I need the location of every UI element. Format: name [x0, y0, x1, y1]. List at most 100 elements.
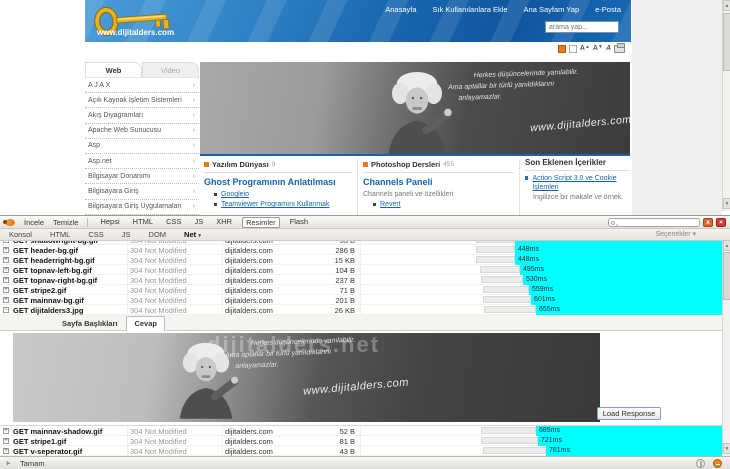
net-request-row[interactable]: + GET topnav-right-bg.gif 304 Not Modifi… — [0, 275, 730, 285]
sidebar-item[interactable]: A J A X › — [85, 78, 199, 93]
options-menu[interactable]: Seçenekler ▾ — [656, 229, 697, 241]
sidebar-item[interactable]: Akış Diyagramları › — [85, 108, 199, 123]
expand-toggle-icon[interactable]: + — [3, 297, 9, 303]
net-request-row[interactable]: + GET headerright-bg.gif 304 Not Modifie… — [0, 255, 730, 265]
timeline-receive-bar: 559ms — [529, 285, 722, 295]
firebug-statusbar-icon[interactable] — [696, 459, 705, 468]
inspect-button[interactable]: İncele — [24, 218, 44, 227]
request-timeline: 761ms — [368, 446, 722, 456]
expand-toggle-icon[interactable]: + — [3, 267, 9, 273]
clear-button[interactable]: Temizle — [53, 218, 78, 227]
net-request-row[interactable]: + GET topnav-left-bg.gif 304 Not Modifie… — [0, 265, 730, 275]
timeline-receive-bar: 448ms — [515, 255, 722, 265]
font-decrease-icon[interactable]: A▼ — [593, 45, 603, 53]
net-filter-button[interactable]: CSS — [163, 217, 184, 228]
panel-tab[interactable]: CSS — [79, 229, 112, 240]
net-filter-button[interactable]: JS — [191, 217, 206, 228]
expand-toggle-icon[interactable]: + — [3, 287, 9, 293]
scroll-down-button[interactable]: ▼ — [723, 443, 730, 454]
expand-toggle-icon[interactable]: + — [3, 448, 9, 454]
sidebar-item[interactable]: Asp.net › — [85, 154, 199, 169]
request-timeline: 448ms — [368, 245, 722, 255]
tab-response[interactable]: Cevap — [126, 316, 165, 331]
net-request-row[interactable]: + GET stripe1.gif 304 Not Modified dijit… — [0, 436, 730, 446]
expand-toggle-icon[interactable]: + — [3, 241, 9, 243]
panel-tab[interactable]: Konsol — [0, 229, 41, 240]
timeline-wait-bar — [481, 276, 523, 283]
article-title-2[interactable]: Channels Paneli — [363, 177, 513, 187]
article-link[interactable]: Revert — [380, 201, 401, 208]
sidebar-item[interactable]: Bilgisayar Donanımı › — [85, 169, 199, 184]
chevron-down-icon: ▾ — [692, 231, 696, 238]
error-count-icon[interactable] — [713, 459, 722, 468]
panel-tab[interactable]: Net ▾ — [175, 229, 210, 240]
timeline-wait-bar — [476, 256, 515, 263]
scroll-down-button[interactable]: ▼ — [723, 198, 730, 209]
browser-scrollbar[interactable]: ▲ ▼ — [722, 0, 730, 211]
net-request-row[interactable]: + GET header-bg.gif 304 Not Modified dij… — [0, 245, 730, 255]
sidebar-item[interactable]: Apache Web Sunucusu › — [85, 124, 199, 139]
article-links-1: Googleio Teamviewer Programını Kullanmak — [204, 191, 352, 208]
rss-icon[interactable] — [558, 45, 566, 53]
font-reset-icon[interactable]: A — [606, 45, 611, 53]
sidebar-item[interactable]: Asp › — [85, 139, 199, 154]
tab-headers[interactable]: Sayfa Başlıkları — [55, 317, 124, 330]
net-request-row[interactable]: − GET dijitalders3.jpg 304 Not Modified … — [0, 305, 730, 315]
net-filter-button[interactable]: Hepsi — [97, 217, 122, 228]
panel-tab[interactable]: HTML — [41, 229, 79, 240]
expand-toggle-icon[interactable]: + — [3, 247, 9, 253]
page-background-gutter — [632, 0, 722, 215]
firebug-search-box[interactable] — [608, 218, 700, 227]
timeline-receive-bar: 495ms — [520, 265, 722, 275]
recent-link[interactable]: Action Script 3.0 ve Cookie İşlemleri — [532, 174, 630, 192]
layout-icon[interactable] — [569, 45, 577, 53]
response-quote: Herkes düşüncelerinde yanılabilir. Ama a… — [224, 335, 356, 373]
expand-toggle-icon[interactable]: + — [3, 257, 9, 263]
banner-nav-link[interactable]: Anasayfa — [385, 5, 416, 14]
close-icon[interactable]: × — [716, 218, 726, 227]
expand-toggle-icon[interactable]: + — [3, 277, 9, 283]
article-links-2: Revert — [363, 201, 513, 208]
firebug-scrollbar[interactable]: ▲ ▼ — [722, 240, 730, 455]
banner-nav-link[interactable]: Sık Kullanılanlara Ekle — [433, 5, 508, 14]
article-link[interactable]: Teamviewer Programını Kullanmak — [221, 201, 330, 208]
banner-nav-link[interactable]: e-Posta — [595, 5, 621, 14]
net-filter-button[interactable]: Flash — [287, 217, 311, 228]
sidebar-tab-web[interactable]: Web — [85, 62, 142, 77]
expand-toggle-icon[interactable]: − — [3, 307, 9, 313]
scroll-up-button[interactable]: ▲ — [723, 0, 730, 11]
scrollbar-thumb[interactable] — [723, 13, 730, 71]
expand-toggle-icon[interactable]: + — [3, 428, 9, 434]
response-detail-tabs: Sayfa Başlıkları Cevap — [0, 315, 730, 331]
sidebar-item[interactable]: Bilgisayara Giriş Uygulamaları › — [85, 200, 199, 215]
net-request-row[interactable]: + GET v-seperator.gif 304 Not Modified d… — [0, 446, 730, 456]
net-request-row[interactable]: + GET mainnav-shadow.gif 304 Not Modifie… — [0, 426, 730, 436]
panel-tab[interactable]: JS — [113, 229, 140, 240]
sidebar-tab-video[interactable]: Video — [142, 62, 199, 77]
firebug-icon[interactable] — [5, 219, 15, 226]
minimize-button[interactable]: ∧ — [703, 218, 713, 227]
net-request-row[interactable]: + GET stripe2.gif 304 Not Modified dijit… — [0, 285, 730, 295]
firebug-search-input[interactable] — [618, 219, 698, 226]
load-response-button[interactable]: Load Response — [597, 407, 661, 420]
banner-nav: Anasayfa Sık Kullanılanlara Ekle Ana Sayfa… — [385, 5, 621, 14]
print-icon[interactable] — [614, 45, 625, 53]
hero-banner-image: Herkes düşüncelerinde yanılabilir. Ama a… — [200, 62, 630, 154]
response-preview-area: dijitalders.net Herkes düşüncelerinde ya… — [0, 331, 730, 426]
scroll-up-button[interactable]: ▲ — [723, 240, 730, 251]
net-request-row[interactable]: + GET mainnav-bg.gif 304 Not Modified di… — [0, 295, 730, 305]
scrollbar-thumb[interactable] — [723, 252, 730, 300]
article-title-1[interactable]: Ghost Programının Anlatılması — [204, 177, 352, 187]
timeline-wait-bar — [481, 427, 536, 434]
net-filter-button[interactable]: XHR — [213, 217, 235, 228]
net-filter-button[interactable]: Resimler — [242, 217, 280, 228]
font-increase-icon[interactable]: A▲ — [580, 45, 590, 53]
panel-tab[interactable]: DOM — [140, 229, 176, 240]
net-filter-button[interactable]: HTML — [130, 217, 156, 228]
expand-toggle-icon[interactable]: + — [3, 438, 9, 444]
sidebar-item[interactable]: Bilgisayara Giriş › — [85, 184, 199, 199]
site-search-input[interactable] — [545, 21, 619, 33]
article-link[interactable]: Googleio — [221, 191, 249, 198]
sidebar-item[interactable]: Açık Kaynak İşletim Sistemleri › — [85, 93, 199, 108]
banner-nav-link[interactable]: Ana Sayfam Yap — [524, 5, 580, 14]
